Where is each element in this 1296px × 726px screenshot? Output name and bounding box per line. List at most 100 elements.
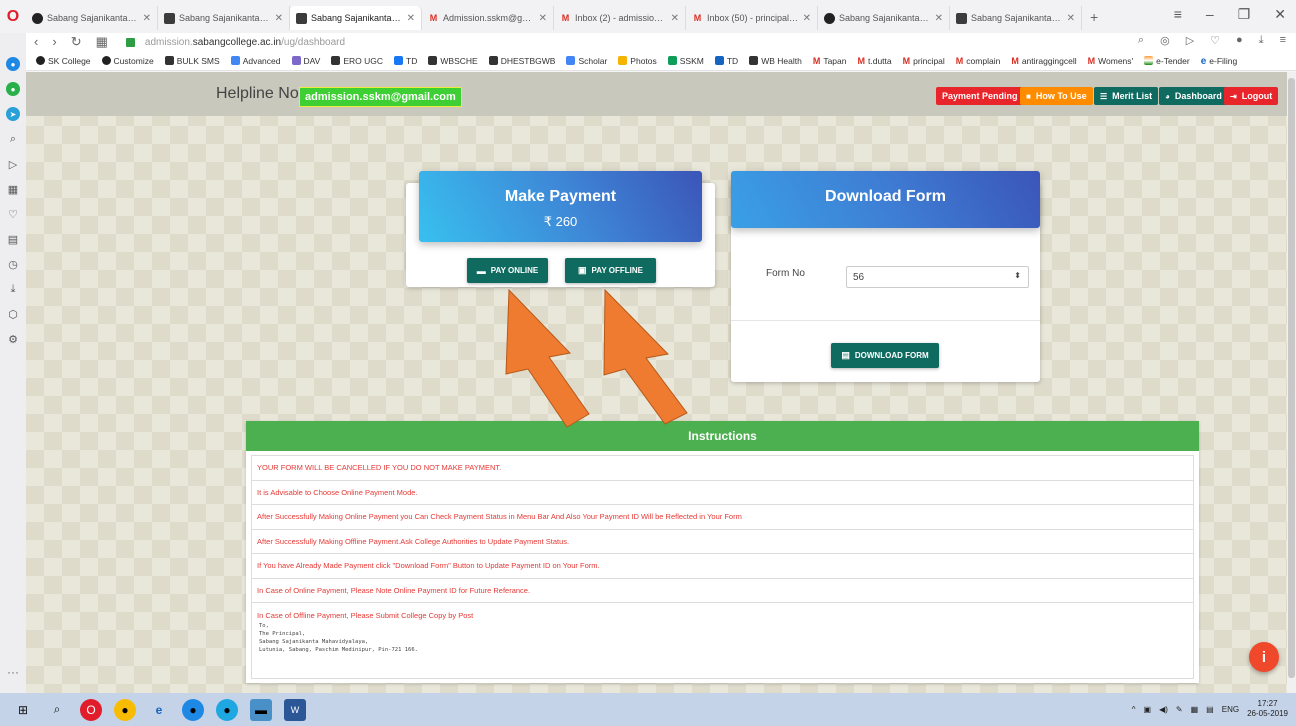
pay-offline-button[interactable]: ▣ PAY OFFLINE [565, 258, 656, 283]
opera-icon[interactable]: O [80, 698, 102, 721]
easy-setup-icon[interactable]: ≡ [1280, 34, 1286, 47]
search-icon[interactable]: ⌕ [1138, 34, 1144, 47]
settings-icon[interactable]: ⚙ [6, 332, 20, 346]
close-tab-icon[interactable]: ✕ [143, 13, 151, 24]
bookmark-item[interactable]: Customize [101, 56, 154, 66]
bookmark-item[interactable]: DAV [291, 56, 320, 66]
heart-icon[interactable]: ♡ [6, 207, 20, 221]
search-icon[interactable]: ⌕ [6, 132, 20, 146]
how-to-use-button[interactable]: ■ How To Use [1020, 87, 1093, 105]
bookmark-item[interactable]: TD [714, 56, 738, 66]
edge-icon[interactable]: e [148, 699, 170, 721]
word-icon[interactable]: W [284, 698, 306, 721]
bookmark-item[interactable]: Advanced [230, 56, 281, 66]
browser-icon[interactable]: ● [216, 698, 238, 721]
bookmark-item[interactable]: Mprincipal [903, 56, 945, 67]
language-indicator[interactable]: ENG [1222, 705, 1239, 714]
info-fab-button[interactable]: i [1249, 642, 1279, 672]
bookmark-item[interactable]: Scholar [566, 56, 607, 66]
history-icon[interactable]: ◷ [6, 257, 20, 271]
browser-tab[interactable]: M Inbox (2) - admission.sskm ✕ [554, 6, 686, 30]
lock-icon[interactable] [125, 37, 135, 47]
close-tab-icon[interactable]: ✕ [803, 13, 811, 24]
bookmark-item[interactable]: e-Tender [1144, 56, 1190, 66]
bookmark-item[interactable]: WB Health [749, 56, 802, 66]
tray-expand-icon[interactable]: ^ [1132, 705, 1136, 714]
telegram-icon[interactable]: ➤ [6, 107, 20, 121]
download-icon[interactable]: ⤓ [1259, 34, 1264, 47]
tab-menu-icon[interactable]: ≡ [1174, 6, 1182, 23]
send-icon[interactable]: ▷ [6, 157, 20, 171]
browser-tab[interactable]: Sabang Sajanikanta Mahav ✕ [950, 6, 1082, 30]
reload-icon[interactable]: ↻ [71, 34, 82, 50]
merit-list-button[interactable]: ☰ Merit List [1094, 87, 1159, 105]
page-scrollbar[interactable] [1287, 72, 1296, 693]
bookmark-item[interactable]: Mt.dutta [858, 56, 892, 67]
extensions-icon[interactable]: ⬡ [6, 307, 20, 321]
bookmark-item[interactable]: TD [394, 56, 417, 66]
scrollbar-thumb[interactable] [1288, 78, 1295, 678]
speed-dial-icon[interactable]: ▦ [96, 34, 108, 50]
news-icon[interactable]: ▤ [6, 232, 20, 246]
browser-tab[interactable]: M Inbox (50) - principal.sskm ✕ [686, 6, 818, 30]
close-tab-icon[interactable]: ✕ [539, 13, 547, 24]
forward-icon[interactable]: › [52, 34, 56, 50]
bookmark-item[interactable]: BULK SMS [164, 56, 220, 66]
bookmark-item[interactable]: DHESTBGWB [488, 56, 555, 66]
windows-start-icon[interactable]: ⊞ [12, 699, 34, 721]
bookmark-item[interactable]: SK College [36, 56, 91, 66]
bookmark-item[interactable]: M Tapan [813, 56, 847, 67]
logout-button[interactable]: ⇥ Logout [1224, 87, 1279, 105]
back-icon[interactable]: ‹ [34, 34, 38, 50]
heart-icon[interactable]: ♡ [1210, 34, 1220, 47]
browser-tab[interactable]: M Admission.sskm@gmail.co ✕ [422, 6, 554, 30]
volume-icon[interactable]: ◀) [1159, 705, 1168, 714]
camera-icon[interactable]: ◎ [1160, 34, 1170, 47]
close-window-icon[interactable]: ✕ [1274, 6, 1286, 23]
minimize-icon[interactable]: – [1206, 6, 1214, 23]
dashboard-button[interactable]: ◕ Dashboard [1159, 87, 1228, 105]
file-explorer-icon[interactable]: ▬ [250, 698, 272, 721]
close-tab-icon[interactable]: ✕ [671, 13, 679, 24]
bookmark-item[interactable]: WBSCHE [428, 56, 478, 66]
pay-online-button[interactable]: ▬ PAY ONLINE [467, 258, 548, 283]
close-tab-icon[interactable]: ✕ [275, 13, 283, 24]
form-no-select[interactable]: 56 ⬍ [846, 266, 1029, 288]
bookmark-item[interactable]: Mantiraggingcell [1011, 56, 1076, 67]
payment-pending-badge[interactable]: Payment Pending [936, 87, 1024, 105]
close-tab-icon[interactable]: ✕ [1067, 13, 1075, 24]
helpline-email[interactable]: admission.sskm@gmail.com [299, 87, 462, 107]
browser-tab-active[interactable]: Sabang Sajanikanta Mahav ✕ [290, 6, 422, 30]
network-icon[interactable]: ▣ [1144, 705, 1152, 714]
messenger-icon[interactable]: ● [6, 57, 20, 71]
bookmark-item[interactable]: Photos [618, 56, 657, 66]
close-tab-icon[interactable]: ✕ [407, 13, 415, 24]
browser-tab[interactable]: Sabang Sajanikanta Mahav ✕ [26, 6, 158, 30]
bookmark-item[interactable]: SSKM [667, 56, 704, 66]
profile-icon[interactable]: ● [1236, 34, 1243, 47]
firefox-icon[interactable]: ● [182, 698, 204, 721]
opera-menu-icon[interactable]: O [0, 0, 26, 33]
pen-icon[interactable]: ✎ [1176, 705, 1183, 714]
browser-tab[interactable]: Sabang Sajanikanta Mahav ✕ [158, 6, 290, 30]
keyboard-icon[interactable]: ▤ [1206, 705, 1214, 714]
download-form-button[interactable]: ▤ DOWNLOAD FORM [831, 343, 939, 368]
app-tray-icon[interactable]: ▦ [1191, 705, 1199, 714]
browser-tab[interactable]: Sabang Sajanikanta Mahav ✕ [818, 6, 950, 30]
clock[interactable]: 17:27 26-05-2019 [1247, 699, 1288, 719]
chrome-icon[interactable]: ● [114, 698, 136, 721]
send-icon[interactable]: ▷ [1186, 34, 1194, 47]
bookmark-item[interactable]: M Womens' [1088, 56, 1134, 67]
url-field[interactable]: admission.sabangcollege.ac.in/ug/dashboa… [145, 37, 345, 48]
new-tab-button[interactable]: + [1090, 9, 1098, 25]
bookmark-item[interactable]: e e-Filing [1201, 56, 1237, 68]
bookmark-item[interactable]: ERO UGC [331, 56, 383, 66]
restore-icon[interactable]: ❐ [1238, 6, 1251, 23]
whatsapp-icon[interactable]: ● [6, 82, 20, 96]
bookmark-item[interactable]: Mcomplain [956, 56, 1001, 67]
more-icon[interactable]: ··· [7, 665, 19, 679]
close-tab-icon[interactable]: ✕ [935, 13, 943, 24]
speed-dial-icon[interactable]: ▦ [6, 182, 20, 196]
search-icon[interactable]: ⌕ [46, 699, 68, 721]
download-icon[interactable]: ⤓ [6, 282, 20, 296]
